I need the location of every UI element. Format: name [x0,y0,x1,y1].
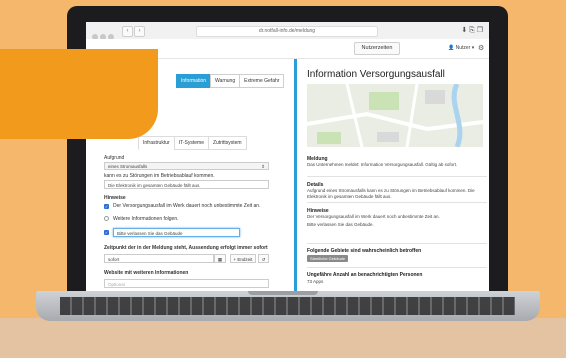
message-type-tabs: Information Warnung Extreme Gefahr [176,69,285,88]
tab-information[interactable]: Information [176,74,212,88]
website-input[interactable]: Optional [104,279,269,288]
browser-toolbar: ‹ › dr.notfall-info.de/meldung ⬇ ⎘ ❐ [86,22,489,40]
gear-icon[interactable]: ⚙ [478,44,484,52]
laptop-keyboard [60,297,515,315]
window-controls [92,27,116,40]
hinweis2-radio[interactable] [104,216,109,221]
website-label: Website mit weiteren Informationen [104,270,189,276]
grund-label: Aufgrund [104,155,125,161]
grund-value: eines Stromausfalls [108,164,148,169]
hinweis1-text: Der Versorgungsausfall im Werk dauert no… [113,203,261,209]
divider [307,176,487,177]
meldung-text: Das Unternehmen meldet: Information Vers… [307,162,458,167]
area-map[interactable] [307,84,483,147]
gebiete-badge: Sämtliche Gebäude [307,255,349,262]
grund-select[interactable]: eines Stromausfalls ⇕ [104,162,269,170]
desk-surface [0,318,566,358]
user-menu[interactable]: 👤 Nutzer ▾ [448,45,474,51]
divider [307,267,487,268]
select-arrows-icon: ⇕ [261,164,265,169]
tab-warnung[interactable]: Warnung [210,74,241,88]
browser-actions: ⬇ ⎘ ❐ [461,26,483,35]
preview-hinweise-text1: Der Versorgungsausfall im Werk dauert no… [307,214,440,219]
tab-extreme-gefahr[interactable]: Extreme Gefahr [239,74,285,88]
zeitpunkt-label: Zeitpunkt der in der Meldung steht, Auss… [104,245,268,251]
divider [307,243,487,244]
address-bar[interactable]: dr.notfall-info.de/meldung [196,26,378,37]
tab-zutrittsystem[interactable]: Zutrittsystem [207,136,247,150]
user-label: Nutzer [455,45,471,51]
details-text: Aufgrund eines Stromausfalls kann es zu … [307,188,475,199]
share-icon[interactable]: ⎘ [469,27,475,34]
grund-detail-input[interactable]: Die Elektronik im gesamten Gebäude fällt… [104,180,269,189]
forward-icon[interactable]: › [134,26,145,37]
reset-icon[interactable]: ↺ [258,254,269,263]
map-graphic [307,84,483,147]
anzahl-label: Ungefähre Anzahl an benachrichtigten Per… [307,272,423,278]
hinweise-label: Hinweise [104,195,126,201]
hinweis1-checkbox[interactable]: ✓ [104,204,109,209]
laptop-notch [248,291,318,295]
preview-title: Information Versorgungsausfall [307,69,445,80]
message-preview: Information Versorgungsausfall Meldung D… [294,59,489,292]
tabs-icon[interactable]: ❐ [477,27,483,34]
zeitpunkt-input[interactable]: sofort [104,254,214,263]
anzahl-value: 73 Apps [307,279,324,284]
chevron-down-icon: ▾ [471,45,475,51]
category-tabs: Infrastruktur IT-Systeme Zutrittsystem [138,131,247,150]
endzeit-button[interactable]: + Endzeit [230,254,256,263]
preview-hinweise-text2: Bitte verlassen Sie das Gebäude. [307,222,374,227]
back-icon[interactable]: ‹ [122,26,133,37]
download-icon[interactable]: ⬇ [461,27,467,34]
user-icon: 👤 [448,45,455,51]
manage-users-button[interactable]: Nutzerzeiten [354,42,400,55]
hinweis2-text: Weitere Informationen folgen. [113,216,179,222]
hinweis3-input[interactable]: Bitte verlassen Sie das Gebäude [113,228,240,237]
tab-it-systeme[interactable]: IT-Systeme [173,136,209,150]
tab-infrastruktur[interactable]: Infrastruktur [138,136,175,150]
grund-suffix: kann es zu Störungen im Betriebsablauf k… [104,173,215,179]
calendar-icon[interactable]: ▦ [214,254,226,263]
gebiete-label: Folgende Gebiete sind wahrscheinlich bet… [307,248,422,254]
orange-decorative-shape [0,49,158,139]
divider [307,202,487,203]
hinweis3-checkbox[interactable]: ✓ [104,230,109,235]
